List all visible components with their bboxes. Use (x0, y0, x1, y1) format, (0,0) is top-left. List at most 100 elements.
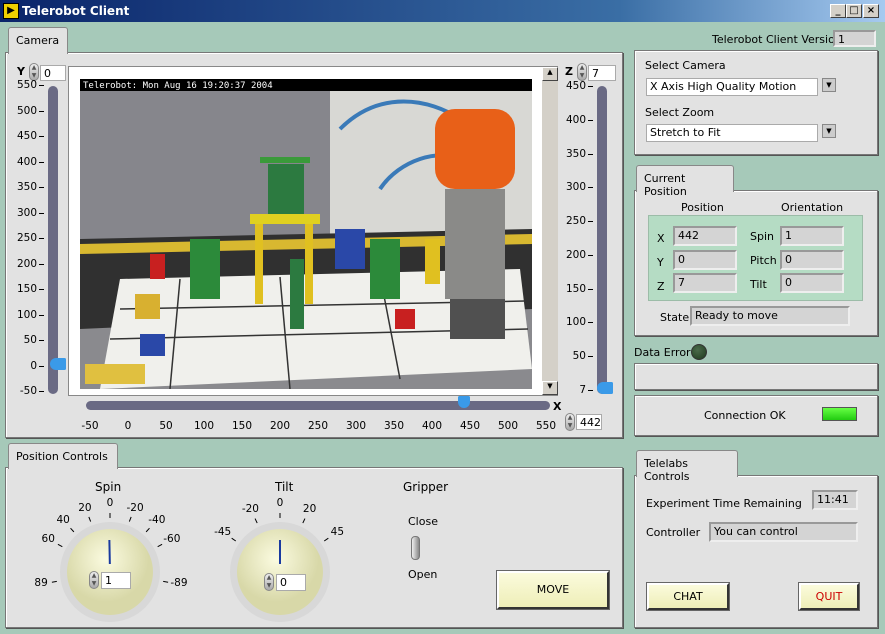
maximize-button[interactable]: □ (846, 4, 862, 18)
x-label: X (657, 232, 665, 245)
scale-tick-label: 0 (8, 359, 44, 372)
knob-tick-label: 60 (41, 533, 55, 546)
z-value-input[interactable]: 7 (588, 65, 616, 81)
close-button[interactable]: × (863, 4, 879, 18)
zoom-dropdown-arrow-icon[interactable]: ▼ (822, 124, 836, 138)
tab-label: Current Position (644, 172, 687, 198)
tilt-knob-label: Tilt (275, 480, 294, 494)
position-header: Position (681, 201, 724, 214)
gripper-toggle-switch[interactable] (411, 536, 420, 560)
x-slider[interactable] (86, 401, 550, 410)
tab-telelabs-controls[interactable]: Telelabs Controls (636, 450, 738, 483)
scale-tick-label: 450 (557, 80, 593, 92)
select-zoom-label: Select Zoom (645, 106, 715, 119)
version-label: Telerobot Client Version (712, 33, 842, 46)
tab-label: Telelabs Controls (644, 457, 690, 483)
window-title: Telerobot Client (22, 4, 130, 18)
scale-tick-label: 400 (8, 155, 44, 168)
scale-tick-label: 500 (8, 104, 44, 117)
scale-tick-label: 50 (159, 420, 173, 432)
scale-tick-label: 300 (345, 420, 367, 432)
scale-tick-label: 250 (307, 420, 329, 432)
spin-knob[interactable]: 89 60 40 20 0 -20 -40 -60 -89 (34, 495, 190, 625)
labview-icon: ▶ (3, 3, 19, 19)
scale-tick-label: 0 (124, 420, 132, 432)
knob-tick-label: -40 (148, 514, 166, 527)
scale-tick-label: 150 (557, 282, 593, 295)
scale-tick-label: 450 (8, 130, 44, 142)
scroll-up-button[interactable]: ▲ (542, 67, 558, 81)
scale-tick-label: 450 (459, 420, 481, 432)
version-value: 1 (833, 30, 876, 47)
time-remaining-value: 11:41 (812, 490, 858, 510)
scale-tick-label: 200 (269, 420, 291, 432)
quit-button[interactable]: QUIT (798, 582, 860, 611)
tab-position-controls[interactable]: Position Controls (8, 443, 118, 469)
tilt-spinner[interactable]: ▲ ▼ (264, 573, 274, 591)
tab-camera[interactable]: Camera (8, 27, 68, 54)
gripper-open-label: Open (408, 568, 438, 581)
tilt-value-input[interactable]: 0 (276, 574, 306, 591)
camera-overlay-text: Telerobot: Mon Aug 16 19:20:37 2004 (83, 81, 273, 91)
knob-tick-label: 20 (78, 501, 92, 514)
scale-tick-label: 100 (193, 420, 215, 432)
x-value-input[interactable]: 442 (576, 414, 602, 430)
scale-tick-label: 550 (535, 420, 557, 432)
z-label: Z (657, 280, 665, 293)
scale-tick-label: 400 (421, 420, 443, 432)
spin-spinner[interactable]: ▲ ▼ (89, 571, 99, 589)
connection-led-icon (822, 407, 857, 421)
knob-tick-label: -20 (241, 503, 259, 516)
time-remaining-label: Experiment Time Remaining (646, 497, 802, 510)
tab-current-position[interactable]: Current Position (636, 165, 734, 198)
z-axis-label: Z (565, 65, 573, 78)
spin-value-input[interactable]: 1 (101, 572, 131, 589)
knob-tick-label: -20 (126, 501, 144, 514)
tilt-knob[interactable]: -45 -20 0 20 45 (210, 495, 360, 625)
state-label: State (660, 311, 690, 324)
pitch-value: 0 (780, 250, 844, 270)
select-camera-dropdown[interactable]: X Axis High Quality Motion (646, 78, 818, 96)
scale-tick-label: 200 (8, 257, 44, 270)
z-slider-handle[interactable] (597, 382, 613, 394)
spin-label: Spin (750, 230, 774, 243)
scale-tick-label: 250 (8, 232, 44, 244)
z-slider[interactable] (597, 86, 607, 394)
data-error-led-icon (691, 344, 707, 360)
y-axis-label: Y (17, 65, 25, 78)
data-error-label: Data Error (634, 346, 691, 359)
knob-tick-label: 40 (56, 514, 70, 527)
camera-dropdown-arrow-icon[interactable]: ▼ (822, 78, 836, 92)
scale-tick-label: 350 (557, 147, 593, 160)
move-button[interactable]: MOVE (496, 570, 610, 610)
z-spinner[interactable]: ▲ ▼ (577, 63, 587, 81)
spin-value: 1 (780, 226, 844, 246)
gripper-label: Gripper (403, 480, 449, 494)
chat-button[interactable]: CHAT (646, 582, 730, 611)
tab-label: Position Controls (16, 450, 108, 463)
gripper-close-label: Close (408, 515, 438, 528)
state-value: Ready to move (690, 306, 850, 326)
scale-tick-label: 7 (557, 384, 593, 396)
minimize-button[interactable]: _ (830, 4, 846, 18)
scale-tick-label: 400 (557, 113, 593, 126)
knob-tick-label: 20 (302, 503, 317, 516)
x-axis-label: X (553, 400, 562, 413)
y-slider-handle[interactable] (50, 358, 66, 370)
y-value: 0 (673, 250, 737, 270)
scale-tick-label: 100 (557, 316, 593, 329)
tab-label: Camera (16, 34, 60, 47)
title-bar: ▶ Telerobot Client _ □ × (0, 0, 885, 22)
x-slider-handle[interactable] (458, 396, 470, 408)
tilt-value: 0 (780, 273, 844, 293)
x-spinner[interactable]: ▲ ▼ (565, 413, 575, 431)
y-slider[interactable] (48, 86, 58, 394)
select-zoom-dropdown[interactable]: Stretch to Fit (646, 124, 818, 142)
connection-status-label: Connection OK (704, 409, 786, 422)
select-camera-label: Select Camera (645, 59, 726, 72)
orientation-header: Orientation (781, 201, 844, 214)
scale-tick-label: 300 (557, 181, 593, 194)
scale-tick-label: 150 (8, 283, 44, 295)
knob-tick-label: 89 (34, 576, 48, 589)
knob-tick-label: -89 (170, 576, 188, 589)
